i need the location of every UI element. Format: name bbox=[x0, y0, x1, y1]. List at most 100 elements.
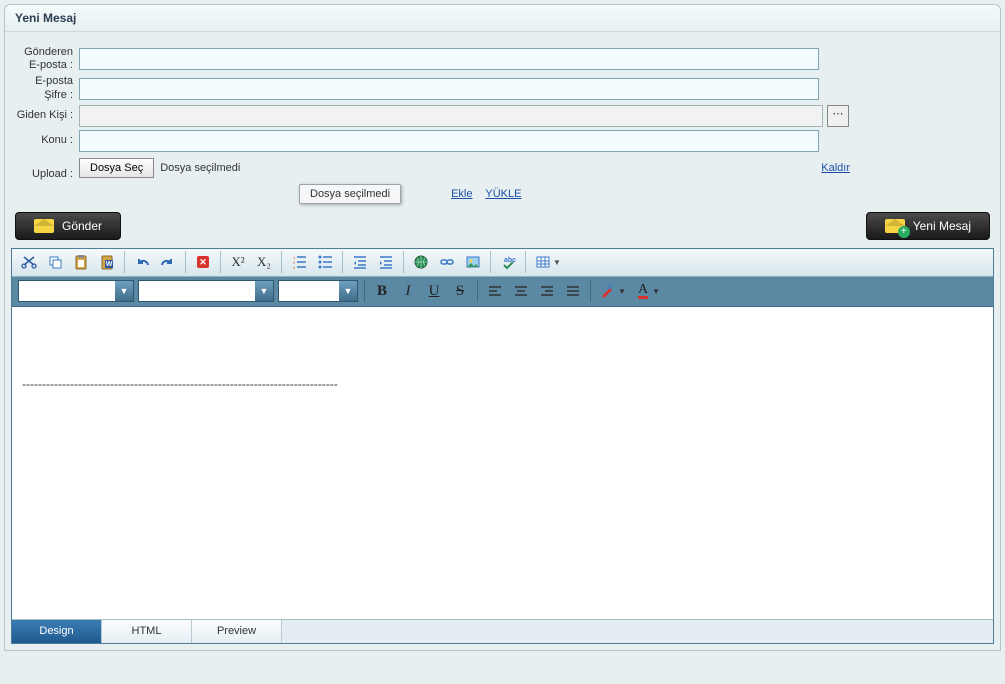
chevron-down-icon: ▼ bbox=[652, 287, 660, 296]
upload-link[interactable]: YÜKLE bbox=[485, 188, 521, 200]
globe-link-icon bbox=[413, 254, 429, 270]
undo-button[interactable] bbox=[130, 250, 154, 274]
font-color-button[interactable]: A ▼ bbox=[632, 279, 666, 303]
strike-icon: S bbox=[456, 283, 464, 300]
subject-input[interactable] bbox=[79, 130, 819, 152]
send-button[interactable]: Gönder bbox=[15, 212, 121, 240]
redo-button[interactable] bbox=[156, 250, 180, 274]
recipient-label: Giden Kişi : bbox=[15, 109, 73, 122]
tab-design[interactable]: Design bbox=[12, 620, 102, 643]
tab-html[interactable]: HTML bbox=[102, 620, 192, 643]
new-message-button-label: Yeni Mesaj bbox=[913, 219, 971, 233]
indent-icon bbox=[378, 254, 394, 270]
outdent-icon bbox=[352, 254, 368, 270]
remove-link[interactable]: Kaldır bbox=[821, 162, 850, 174]
underline-button[interactable]: U bbox=[422, 279, 446, 303]
clear-format-button[interactable]: ✕ bbox=[191, 250, 215, 274]
scissors-icon bbox=[21, 254, 37, 270]
eraser-icon: ✕ bbox=[195, 254, 211, 270]
align-right-icon bbox=[539, 283, 555, 299]
image-button[interactable] bbox=[461, 250, 485, 274]
font-size-select[interactable]: ▼ bbox=[138, 280, 274, 302]
align-justify-button[interactable] bbox=[561, 279, 585, 303]
editor-content[interactable]: ----------------------------------------… bbox=[12, 307, 993, 619]
ellipsis-icon: ⋯ bbox=[833, 108, 844, 120]
chevron-down-icon: ▼ bbox=[553, 258, 561, 267]
align-center-button[interactable] bbox=[509, 279, 533, 303]
font-family-select[interactable]: ▼ bbox=[18, 280, 134, 302]
svg-text:3: 3 bbox=[293, 265, 296, 270]
spellcheck-icon: abc bbox=[500, 254, 516, 270]
file-tooltip: Dosya seçilmedi bbox=[299, 184, 401, 204]
cut-button[interactable] bbox=[17, 250, 41, 274]
view-tabs: Design HTML Preview bbox=[12, 619, 993, 643]
spellcheck-button[interactable]: abc bbox=[496, 250, 520, 274]
email-password-input[interactable] bbox=[79, 78, 819, 100]
send-button-label: Gönder bbox=[62, 219, 102, 233]
clipboard-word-icon: W bbox=[99, 254, 115, 270]
upload-label: Upload : bbox=[15, 158, 73, 180]
align-right-button[interactable] bbox=[535, 279, 559, 303]
underline-icon: U bbox=[429, 283, 440, 300]
font-color-icon: A bbox=[638, 284, 648, 299]
unlink-button[interactable] bbox=[435, 250, 459, 274]
choose-file-button[interactable]: Dosya Seç bbox=[79, 158, 154, 178]
svg-text:ab: ab bbox=[606, 285, 613, 291]
svg-text:abc: abc bbox=[504, 257, 516, 264]
svg-text:✕: ✕ bbox=[199, 257, 207, 267]
paste-button[interactable] bbox=[69, 250, 93, 274]
rich-text-editor: W ✕ X² X₂ 123 bbox=[11, 248, 994, 644]
highlight-button[interactable]: ab ▼ bbox=[596, 279, 630, 303]
chevron-down-icon: ▼ bbox=[115, 281, 133, 301]
panel-title: Yeni Mesaj bbox=[5, 5, 1000, 32]
sender-email-input[interactable] bbox=[79, 48, 819, 70]
chevron-down-icon: ▼ bbox=[255, 281, 273, 301]
align-left-icon bbox=[487, 283, 503, 299]
paragraph-style-select[interactable]: ▼ bbox=[278, 280, 358, 302]
paste-word-button[interactable]: W bbox=[95, 250, 119, 274]
ordered-list-button[interactable]: 123 bbox=[287, 250, 311, 274]
redo-icon bbox=[160, 254, 176, 270]
file-status-text: Dosya seçilmedi bbox=[160, 162, 240, 174]
align-justify-icon bbox=[565, 283, 581, 299]
sender-email-label: Gönderen E-posta : bbox=[15, 46, 73, 72]
editor-toolbar-2: ▼ ▼ ▼ B I U S bbox=[12, 277, 993, 307]
compose-panel: Yeni Mesaj Gönderen E-posta : E-posta Şi… bbox=[4, 4, 1001, 651]
subscript-button[interactable]: X₂ bbox=[252, 250, 276, 274]
align-left-button[interactable] bbox=[483, 279, 507, 303]
unordered-list-button[interactable] bbox=[313, 250, 337, 274]
svg-text:W: W bbox=[106, 261, 113, 268]
copy-button[interactable] bbox=[43, 250, 67, 274]
signature-divider: ----------------------------------------… bbox=[22, 377, 983, 391]
tab-preview[interactable]: Preview bbox=[192, 620, 282, 643]
image-icon bbox=[465, 254, 481, 270]
undo-icon bbox=[134, 254, 150, 270]
recipient-input[interactable] bbox=[79, 105, 823, 127]
link-button[interactable] bbox=[409, 250, 433, 274]
italic-button[interactable]: I bbox=[396, 279, 420, 303]
new-message-button[interactable]: Yeni Mesaj bbox=[866, 212, 990, 240]
form-area: Gönderen E-posta : E-posta Şifre : Giden… bbox=[5, 32, 1000, 208]
add-link[interactable]: Ekle bbox=[451, 188, 472, 200]
copy-icon bbox=[47, 254, 63, 270]
table-icon bbox=[535, 254, 551, 270]
envelope-icon bbox=[34, 219, 54, 233]
strike-button[interactable]: S bbox=[448, 279, 472, 303]
clipboard-icon bbox=[73, 254, 89, 270]
unordered-list-icon bbox=[317, 254, 333, 270]
subscript-icon: X₂ bbox=[257, 254, 271, 270]
indent-button[interactable] bbox=[374, 250, 398, 274]
superscript-button[interactable]: X² bbox=[226, 250, 250, 274]
table-button[interactable]: ▼ bbox=[531, 250, 565, 274]
subject-label: Konu : bbox=[15, 134, 73, 147]
italic-icon: I bbox=[406, 283, 411, 300]
editor-toolbar-1: W ✕ X² X₂ 123 bbox=[12, 249, 993, 277]
highlighter-icon: ab bbox=[600, 283, 616, 299]
outdent-button[interactable] bbox=[348, 250, 372, 274]
superscript-icon: X² bbox=[231, 254, 244, 270]
email-password-label: E-posta Şifre : bbox=[15, 75, 73, 101]
chevron-down-icon: ▼ bbox=[618, 287, 626, 296]
bold-button[interactable]: B bbox=[370, 279, 394, 303]
recipient-picker-button[interactable]: ⋯ bbox=[827, 105, 849, 127]
chevron-down-icon: ▼ bbox=[339, 281, 357, 301]
